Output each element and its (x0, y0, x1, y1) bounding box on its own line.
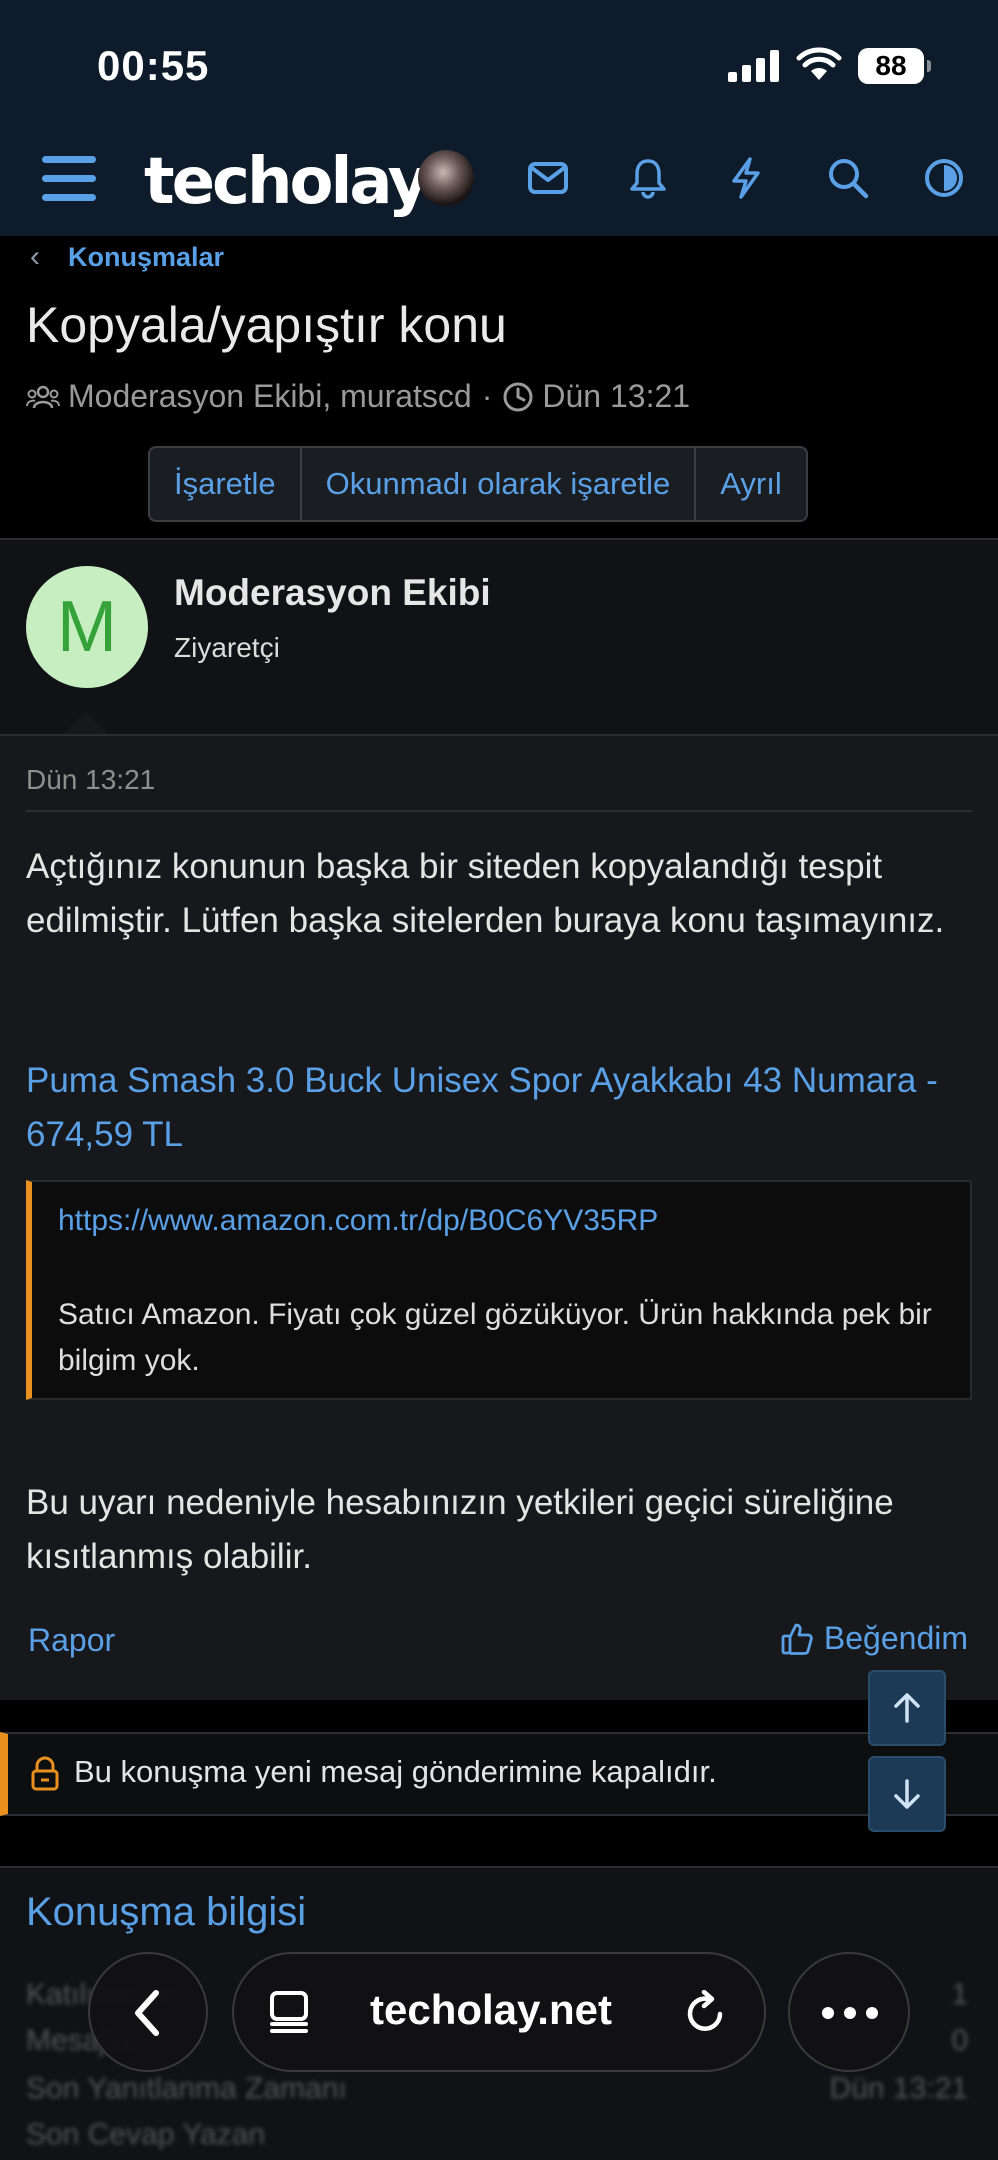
chevron-left-icon: ‹ (30, 240, 40, 273)
message-pointer (64, 712, 108, 734)
message-user-header (0, 540, 998, 734)
message-username[interactable]: Moderasyon Ekibi (174, 572, 491, 614)
info-row-label: Son Cevap Yazan (26, 2118, 266, 2151)
mark-unread-button[interactable]: Okunmadı olarak işaretle (302, 448, 697, 520)
arrow-down-icon (894, 1779, 920, 1809)
lock-icon (31, 1756, 59, 1791)
browser-back-button[interactable] (88, 1952, 208, 2072)
message-date[interactable]: Dün 13:21 (26, 764, 155, 796)
mark-button[interactable]: İşaretle (150, 448, 302, 520)
like-label: Beğendim (823, 1620, 968, 1656)
scroll-down-button[interactable] (868, 1756, 946, 1832)
search-icon[interactable] (820, 150, 876, 206)
info-row-value: 0 (951, 2024, 968, 2057)
menu-icon[interactable] (40, 150, 98, 206)
bell-icon[interactable] (620, 150, 676, 206)
message-paragraph: Açtığınız konunun başka bir siteden kopy… (26, 847, 945, 940)
quote-link[interactable]: https://www.amazon.com.tr/dp/B0C6YV35RP (58, 1204, 658, 1238)
ellipsis-icon (822, 2007, 878, 2019)
leave-button[interactable]: Ayrıl (696, 448, 805, 520)
thread-participants[interactable]: Moderasyon Ekibi, muratscd (68, 378, 472, 415)
arrow-up-icon (894, 1693, 920, 1723)
user-title: Ziyaretçi (174, 632, 280, 663)
page-title: Kopyala/yapıştır konu (26, 297, 507, 353)
bolt-icon[interactable] (718, 150, 774, 206)
info-row-label: Son Yanıtlanma Zamanı (26, 2072, 347, 2105)
user-avatar[interactable] (418, 150, 474, 206)
theme-toggle-icon[interactable] (916, 150, 972, 206)
url-text[interactable]: techolay.net (370, 1986, 612, 2034)
breadcrumb-label[interactable]: Konuşmalar (68, 242, 224, 273)
scroll-up-button[interactable] (868, 1670, 946, 1746)
more-button[interactable] (788, 1952, 910, 2072)
tab-overview-icon[interactable] (268, 1990, 314, 2034)
message-paragraph: Bu uyarı nedeniyle hesabınızın yetkileri… (26, 1483, 894, 1576)
site-logo[interactable]: techolay (144, 145, 429, 219)
linked-thread-title[interactable]: Puma Smash 3.0 Buck Unisex Spor Ayakkabı… (26, 1054, 976, 1162)
report-link[interactable]: Rapor (28, 1622, 115, 1659)
divider (26, 810, 972, 812)
like-button[interactable]: Beğendim (780, 1620, 968, 1657)
conversation-info-title: Konuşma bilgisi (26, 1890, 307, 1934)
chevron-left-icon (135, 1990, 159, 2036)
signal-icon (728, 50, 780, 82)
thread-time: Dün 13:21 (542, 378, 691, 414)
clock-icon (503, 382, 533, 411)
thumbs-up-icon (781, 1623, 813, 1655)
meta-separator: · (481, 378, 493, 414)
users-icon (26, 385, 60, 408)
closed-notice-text: Bu konuşma yeni mesaj gönderimine kapalı… (74, 1754, 717, 1789)
quote-text: Satıcı Amazon. Fiyatı çok güzel gözüküyo… (58, 1298, 932, 1377)
battery-indicator: 88 (858, 48, 931, 84)
avatar[interactable]: M (26, 566, 148, 688)
status-time: 00:55 (97, 42, 210, 89)
reload-icon[interactable] (684, 1990, 728, 2036)
wifi-icon (796, 47, 842, 80)
info-row-value: Dün 13:21 (829, 2072, 968, 2105)
breadcrumb[interactable]: ‹ Konuşmalar (30, 240, 224, 274)
thread-actions: İşaretle Okunmadı olarak işaretle Ayrıl (148, 446, 808, 522)
info-row-value: 1 (951, 1978, 968, 2011)
thread-meta: Moderasyon Ekibi, muratscd · Dün 13:21 (26, 378, 690, 415)
inbox-icon[interactable] (520, 150, 576, 206)
